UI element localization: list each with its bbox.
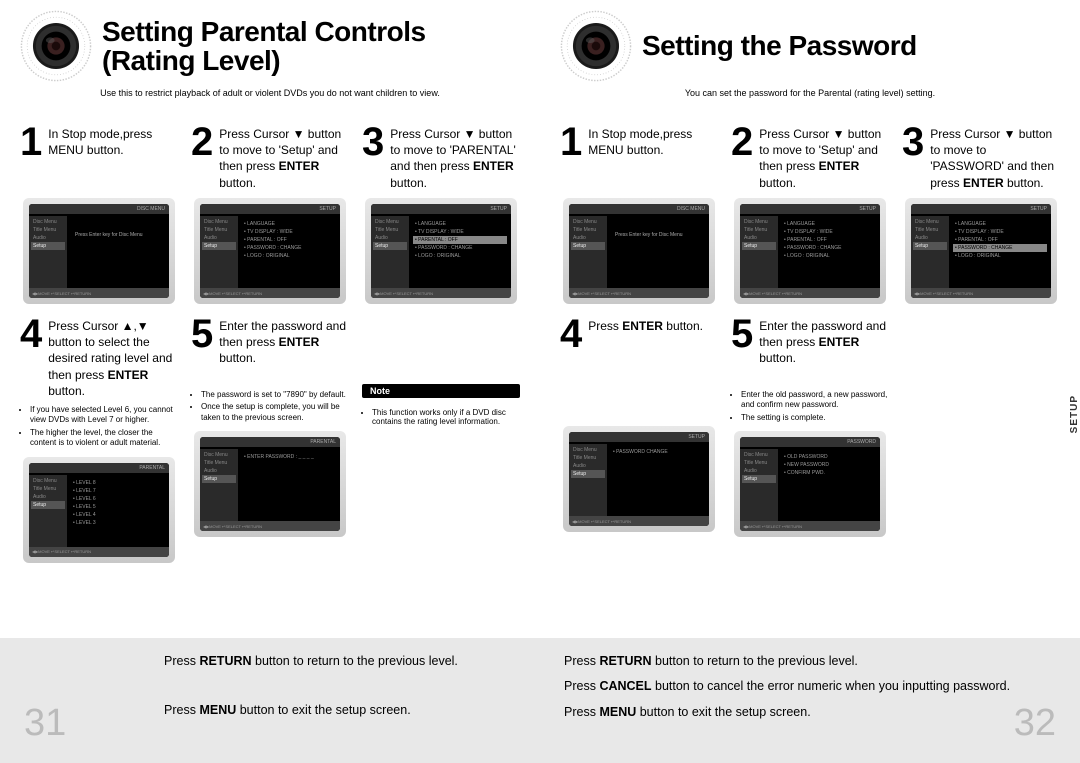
step-number: 5 xyxy=(191,314,213,354)
speaker-icon xyxy=(20,10,92,82)
footer-menu: Press MENU button to exit the setup scre… xyxy=(164,701,516,720)
note-block: Note This function works only if a DVD d… xyxy=(362,314,520,563)
step-text: In Stop mode,press MENU button. xyxy=(48,122,178,158)
step-number: 4 xyxy=(20,314,42,354)
footer-left: Press RETURN button to return to the pre… xyxy=(0,638,540,763)
note-bullets: This function works only if a DVD disc c… xyxy=(362,408,520,426)
step-5-right: 5 Enter the password and then press ENTE… xyxy=(731,314,889,537)
step-5-left: 5 Enter the password and then press ENTE… xyxy=(191,314,349,563)
side-tab: SETUP xyxy=(1069,395,1080,433)
page-title-right: Setting the Password xyxy=(642,31,917,60)
step-number: 4 xyxy=(560,314,582,354)
step-number: 3 xyxy=(902,122,924,162)
step-text: Press Cursor ▼ button to move to 'PARENT… xyxy=(390,122,520,191)
step-3-left: 3 Press Cursor ▼ button to move to 'PARE… xyxy=(362,122,520,304)
step-text: Press ENTER button. xyxy=(588,314,703,334)
step-text: Press Cursor ▼ button to move to 'PASSWO… xyxy=(930,122,1060,191)
speaker-icon xyxy=(560,10,632,82)
step-notes: The password is set to "7890" by default… xyxy=(191,390,349,425)
tv-screen: PARENTALDisc MenuTitle MenuAudioSetup• L… xyxy=(23,457,175,563)
page-left: Setting Parental Controls (Rating Level)… xyxy=(0,0,540,563)
step-notes: If you have selected Level 6, you cannot… xyxy=(20,405,178,451)
page-right: Setting the Password You can set the pas… xyxy=(540,0,1080,563)
step-3-right: 3 Press Cursor ▼ button to move to 'PASS… xyxy=(902,122,1060,304)
step-text: In Stop mode,press MENU button. xyxy=(588,122,718,158)
footer-right: Press RETURN button to return to the pre… xyxy=(540,638,1080,763)
page-title-left: Setting Parental Controls (Rating Level) xyxy=(102,17,520,76)
step-number: 1 xyxy=(560,122,582,162)
footer-menu: Press MENU button to exit the setup scre… xyxy=(564,703,1056,722)
subtitle-left: Use this to restrict playback of adult o… xyxy=(20,88,520,98)
step-1-right: 1 In Stop mode,press MENU button. DISC M… xyxy=(560,122,718,304)
step-number: 1 xyxy=(20,122,42,162)
footer-cancel: Press CANCEL button to cancel the error … xyxy=(564,677,1056,696)
footer-return: Press RETURN button to return to the pre… xyxy=(164,652,516,671)
step-number: 2 xyxy=(731,122,753,162)
tv-screen: PASSWORDDisc MenuTitle MenuAudioSetup• O… xyxy=(734,431,886,537)
step-number: 2 xyxy=(191,122,213,162)
tv-screen: SETUPDisc MenuTitle MenuAudioSetup• LANG… xyxy=(194,198,346,304)
tv-screen: SETUPDisc MenuTitle MenuAudioSetup• PASS… xyxy=(563,426,715,532)
subtitle-right: You can set the password for the Parenta… xyxy=(560,88,1060,98)
step-4-right: 4 Press ENTER button. SETUPDisc MenuTitl… xyxy=(560,314,718,537)
page-number: 31 xyxy=(24,694,66,753)
step-text: Press Cursor ▼ button to move to 'Setup'… xyxy=(219,122,349,191)
tv-screen: SETUPDisc MenuTitle MenuAudioSetup• LANG… xyxy=(905,198,1057,304)
tv-screen: SETUPDisc MenuTitle MenuAudioSetup• LANG… xyxy=(365,198,517,304)
tv-screen: DISC MENUDisc MenuTitle MenuAudioSetupPr… xyxy=(23,198,175,304)
step-text: Enter the password and then press ENTER … xyxy=(759,314,889,367)
step-1-left: 1 In Stop mode,press MENU button. DISC M… xyxy=(20,122,178,304)
page-number: 32 xyxy=(1014,694,1056,753)
step-text: Press Cursor ▲,▼ button to select the de… xyxy=(48,314,178,399)
step-number: 5 xyxy=(731,314,753,354)
footer-return: Press RETURN button to return to the pre… xyxy=(564,652,1056,671)
step-number: 3 xyxy=(362,122,384,162)
step-4-left: 4 Press Cursor ▲,▼ button to select the … xyxy=(20,314,178,563)
step-text: Press Cursor ▼ button to move to 'Setup'… xyxy=(759,122,889,191)
tv-screen: SETUPDisc MenuTitle MenuAudioSetup• LANG… xyxy=(734,198,886,304)
step-2-right: 2 Press Cursor ▼ button to move to 'Setu… xyxy=(731,122,889,304)
tv-screen: DISC MENUDisc MenuTitle MenuAudioSetupPr… xyxy=(563,198,715,304)
step-text: Enter the password and then press ENTER … xyxy=(219,314,349,367)
step-2-left: 2 Press Cursor ▼ button to move to 'Setu… xyxy=(191,122,349,304)
footer-band: Press RETURN button to return to the pre… xyxy=(0,638,1080,763)
note-label: Note xyxy=(362,384,520,398)
step-notes: Enter the old password, a new password, … xyxy=(731,390,889,425)
tv-screen: PARENTALDisc MenuTitle MenuAudioSetup• E… xyxy=(194,431,346,537)
